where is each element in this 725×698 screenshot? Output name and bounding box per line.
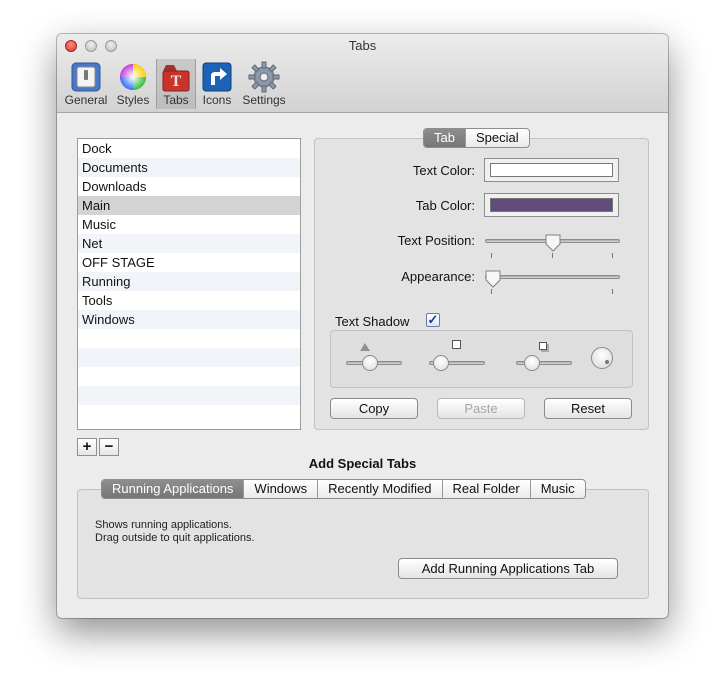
list-item[interactable]: Net [78, 234, 300, 253]
list-item[interactable]: OFF STAGE [78, 253, 300, 272]
toolbar-styles[interactable]: Styles [113, 59, 153, 109]
checkmark-icon: ✓ [427, 312, 439, 327]
empty-row [78, 405, 300, 424]
segment-real-folder[interactable]: Real Folder [441, 480, 530, 498]
list-item[interactable]: Music [78, 215, 300, 234]
appearance-slider-thumb[interactable] [485, 270, 501, 288]
special-tabs-segmented: Running Applications Windows Recently Mo… [101, 479, 586, 499]
toolbar-general[interactable]: General [63, 59, 109, 109]
text-shadow-label: Text Shadow [335, 314, 410, 329]
tab-list[interactable]: Dock Documents Downloads Main Music Net … [77, 138, 301, 430]
alias-arrow-icon [202, 62, 232, 92]
copy-button[interactable]: Copy [330, 398, 418, 419]
shadow-angle-knob[interactable] [362, 355, 378, 371]
add-tab-button[interactable]: + [77, 438, 97, 456]
svg-text:T: T [171, 73, 182, 90]
tabs-icon: T [162, 65, 190, 92]
title-bar: Tabs General Styles T Tabs Icons Setting… [57, 34, 668, 113]
preferences-window: Tabs General Styles T Tabs Icons Setting… [57, 34, 668, 618]
tab-special-segmented: Tab Special [423, 128, 530, 148]
slider-tick [491, 253, 492, 258]
toolbar-icons[interactable]: Icons [198, 59, 236, 109]
text-color-label: Text Color: [412, 163, 475, 178]
slider-tick [552, 253, 553, 258]
switch-icon [71, 62, 101, 92]
shadow-direction-dial[interactable] [591, 347, 613, 369]
tab-color-label: Tab Color: [415, 198, 475, 213]
text-position-label: Text Position: [397, 233, 475, 248]
list-item[interactable]: Running [78, 272, 300, 291]
list-item[interactable]: Documents [78, 158, 300, 177]
toolbar-tabs-label: Tabs [163, 93, 189, 107]
add-special-tabs-title: Add Special Tabs [308, 456, 417, 471]
toolbar-settings-label: Settings [242, 93, 286, 107]
empty-row [78, 367, 300, 386]
list-item-selected[interactable]: Main [78, 196, 300, 215]
toolbar-tabs[interactable]: T Tabs [156, 59, 196, 109]
toolbar-general-label: General [64, 93, 108, 107]
shadow-blur-knob[interactable] [524, 355, 540, 371]
empty-row [78, 348, 300, 367]
reset-button[interactable]: Reset [544, 398, 632, 419]
list-item[interactable]: Tools [78, 291, 300, 310]
dial-indicator [605, 360, 609, 364]
add-running-applications-tab-button[interactable]: Add Running Applications Tab [398, 558, 618, 579]
appearance-label: Appearance: [401, 269, 475, 284]
triangle-icon [360, 343, 370, 351]
segment-windows[interactable]: Windows [243, 480, 317, 498]
text-shadow-checkbox[interactable]: ✓ [426, 313, 440, 327]
empty-row [78, 386, 300, 405]
slider-tick [612, 289, 613, 294]
tab-color-well[interactable] [484, 193, 619, 217]
color-wheel-icon [120, 64, 146, 90]
segment-special[interactable]: Special [464, 129, 529, 147]
list-item[interactable]: Dock [78, 139, 300, 158]
segment-music[interactable]: Music [529, 480, 585, 498]
text-color-swatch [490, 163, 613, 177]
remove-tab-button[interactable]: − [99, 438, 119, 456]
slider-tick [491, 289, 492, 294]
slider-tick [612, 253, 613, 258]
special-tab-description-line1: Shows running applications. [95, 519, 232, 531]
toolbar-icons-label: Icons [202, 93, 232, 107]
paste-button[interactable]: Paste [437, 398, 525, 419]
empty-row [78, 329, 300, 348]
toolbar-settings[interactable]: Settings [240, 59, 288, 109]
segment-running-applications[interactable]: Running Applications [102, 480, 244, 498]
toolbar-styles-label: Styles [116, 93, 150, 107]
special-tab-description-line2: Drag outside to quit applications. [95, 532, 255, 544]
window-title: Tabs [348, 38, 377, 53]
list-item[interactable]: Windows [78, 310, 300, 329]
shadow-square-icon [539, 342, 547, 350]
text-position-slider-thumb[interactable] [545, 234, 561, 252]
appearance-track[interactable] [485, 275, 620, 279]
text-color-well[interactable] [484, 158, 619, 182]
gear-icon [248, 61, 280, 93]
segment-tab[interactable]: Tab [424, 129, 465, 147]
segment-recently-modified[interactable]: Recently Modified [317, 480, 441, 498]
list-item[interactable]: Downloads [78, 177, 300, 196]
shadow-offset-knob[interactable] [433, 355, 449, 371]
tab-color-swatch [490, 198, 613, 212]
small-square-icon [452, 340, 461, 349]
